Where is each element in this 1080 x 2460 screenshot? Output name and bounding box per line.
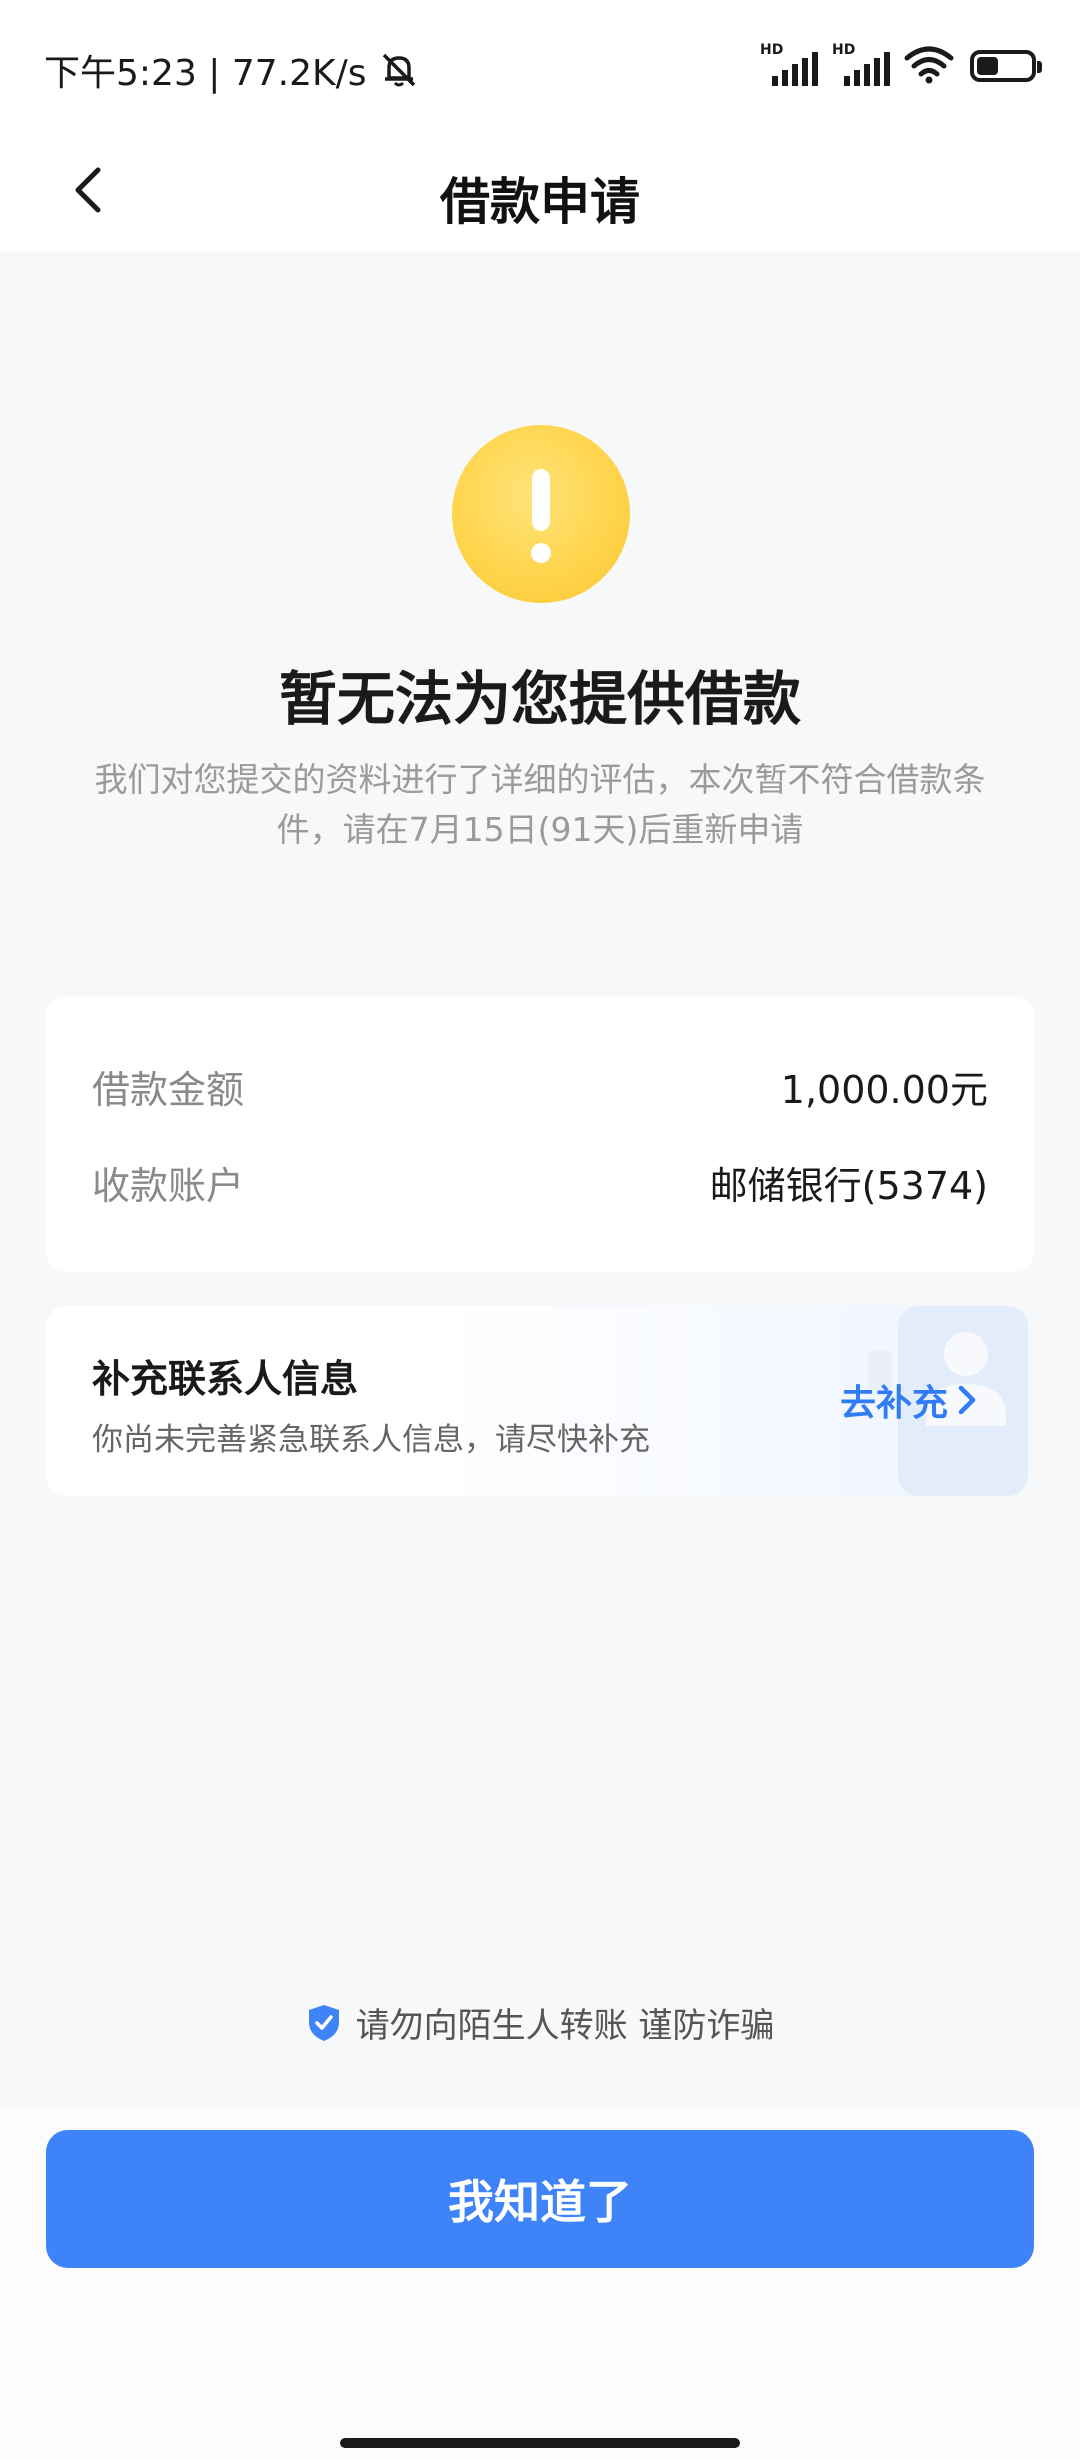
bottom-bar: 我知道了 [0, 2108, 1080, 2460]
status-right: HD HD [760, 42, 1042, 88]
go-supplement-label: 去补充 [839, 1383, 948, 1424]
contact-card-title: 补充联系人信息 [92, 1357, 359, 1401]
go-supplement-link[interactable]: 去补充 [840, 1374, 978, 1426]
anti-fraud-tip: 请勿向陌生人转账 谨防诈骗 [0, 1998, 1080, 2047]
got-it-button[interactable]: 我知道了 [46, 2130, 1034, 2268]
chevron-right-icon [958, 1385, 976, 1415]
result-title: 暂无法为您提供借款 [278, 665, 801, 733]
anti-fraud-text: 请勿向陌生人转账 谨防诈骗 [355, 2006, 775, 2046]
contact-card-subtitle: 你尚未完善紧急联系人信息，请尽快补充 [92, 1422, 650, 1458]
shield-check-icon [308, 2004, 339, 2041]
receiving-account-row: 收款账户 邮储银行(5374) [92, 1152, 988, 1212]
loan-amount-label: 借款金额 [92, 1067, 245, 1112]
status-left: 下午5:23 | 77.2K/s [44, 44, 421, 96]
loan-amount-row: 借款金额 1,000.00元 [92, 1056, 988, 1116]
result-description: 我们对您提交的资料进行了详细的评估，本次暂不符合借款条件，请在7月15日(91天… [94, 760, 986, 849]
signal-icon: HD [760, 42, 818, 86]
receiving-account-value: 邮储银行(5374) [709, 1163, 988, 1208]
status-bar: 下午5:23 | 77.2K/s HD HD [0, 0, 1080, 130]
home-indicator[interactable] [340, 2438, 740, 2448]
loan-info-card: 借款金额 1,000.00元 收款账户 邮储银行(5374) [46, 996, 1034, 1272]
supplement-contact-card[interactable]: 补充联系人信息 你尚未完善紧急联系人信息，请尽快补充 去补充 [46, 1306, 1028, 1496]
warning-icon [452, 425, 630, 603]
page-title: 借款申请 [440, 173, 640, 231]
battery-icon [970, 50, 1042, 82]
loan-amount-value: 1,000.00元 [780, 1067, 988, 1112]
receiving-account-label: 收款账户 [92, 1163, 245, 1208]
mute-bell-icon [377, 48, 421, 92]
wifi-icon [904, 44, 954, 88]
status-time-speed: 下午5:23 | 77.2K/s [44, 53, 367, 94]
nav-bar: 借款申请 [0, 130, 1080, 252]
signal-icon-2: HD [832, 42, 890, 86]
